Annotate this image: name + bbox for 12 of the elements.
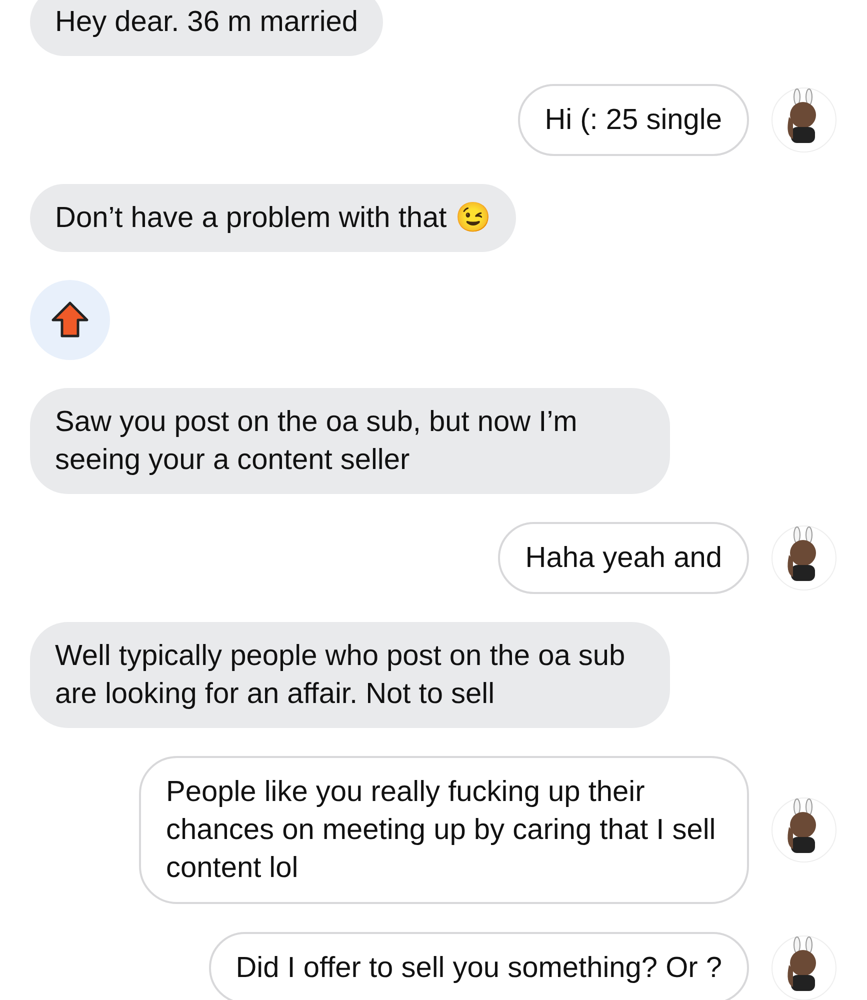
avatar-icon xyxy=(771,525,837,591)
avatar-icon xyxy=(771,797,837,863)
message-bubble: Did I offer to sell you something? Or ? xyxy=(208,932,749,1000)
message-bubble: Saw you post on the oa sub, but now I’m seeing your a content seller xyxy=(30,388,670,494)
message-bubble: Hey dear. 36 m married xyxy=(30,0,384,56)
avatar-icon xyxy=(771,87,837,153)
message-bubble: Hi (: 25 single xyxy=(518,84,749,156)
avatar-icon xyxy=(771,935,837,1000)
message-bubble: Well typically people who post on the oa sub are looking for an affair. Not to sell xyxy=(30,622,670,728)
message-bubble: Haha yeah and xyxy=(498,522,749,594)
message-bubble: Don’t have a problem with that 😉 xyxy=(30,184,516,252)
message-bubble: People like you really fucking up their chances on meeting up by caring that I sell content lol xyxy=(139,756,749,904)
